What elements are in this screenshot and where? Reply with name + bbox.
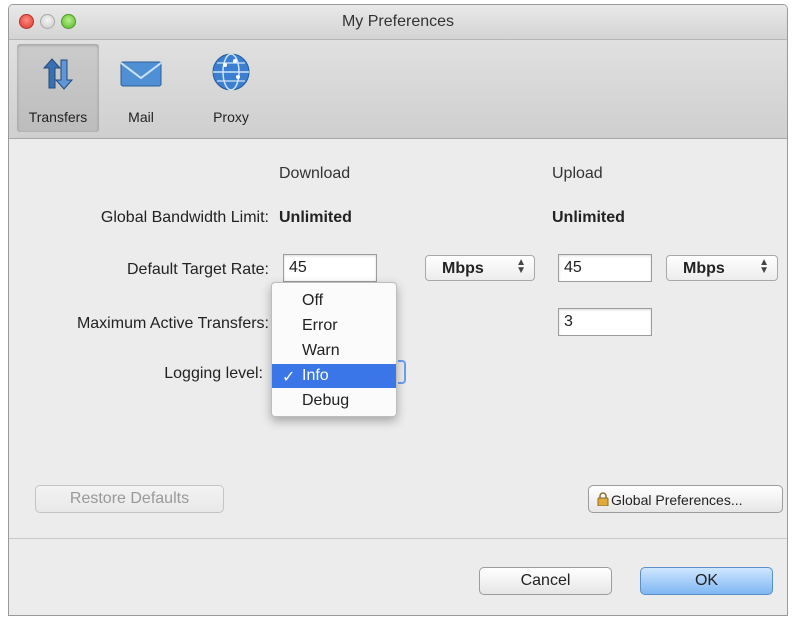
logging-level-select[interactable] (398, 360, 406, 384)
upload-unit-select[interactable]: Mbps ▲ ▼ (666, 255, 778, 281)
logging-level-label: Logging level: (164, 365, 263, 382)
popup-arrows-icon: ▲ ▼ (516, 257, 526, 276)
download-column-header: Download (279, 165, 351, 182)
max-active-transfers-label: Maximum Active Transfers: (76, 315, 269, 332)
logging-option-off[interactable]: Off (272, 289, 396, 313)
tab-mail[interactable]: Mail (111, 44, 171, 132)
global-bandwidth-download-value: Unlimited (279, 209, 352, 226)
tab-transfers[interactable]: Transfers (17, 44, 99, 132)
download-unit-value: Mbps (442, 260, 484, 277)
lock-icon (597, 492, 609, 506)
title-bar: My Preferences (9, 5, 787, 40)
window-title: My Preferences (341, 13, 455, 30)
checkmark-icon: ✓ (282, 369, 296, 386)
global-preferences-label: Global Preferences... (611, 492, 743, 508)
default-target-rate-label: Default Target Rate: (126, 261, 269, 278)
separator (9, 538, 787, 539)
global-bandwidth-label: Global Bandwidth Limit: (100, 209, 269, 226)
popup-arrows-icon: ▲ ▼ (759, 257, 769, 276)
download-target-rate-field[interactable]: 45 (283, 254, 377, 282)
tab-mail-label: Mail (128, 109, 154, 125)
restore-defaults-button[interactable]: Restore Defaults (35, 485, 224, 513)
global-preferences-button[interactable]: Global Preferences... (588, 485, 783, 513)
logging-option-error[interactable]: Error (272, 314, 396, 338)
mail-icon (120, 61, 162, 87)
logging-option-info-label: Info (302, 367, 329, 384)
upload-column-header: Upload (552, 165, 603, 182)
download-unit-select[interactable]: Mbps ▲ ▼ (425, 255, 535, 281)
preferences-window: My Preferences Transfers Mail Proxy Down… (8, 4, 788, 616)
logging-level-menu: Off Error Warn ✓ Info Debug (271, 282, 397, 417)
upload-max-active-transfers-field[interactable]: 3 (558, 308, 652, 336)
global-bandwidth-upload-value: Unlimited (552, 209, 625, 226)
upload-target-rate-field[interactable]: 45 (558, 254, 652, 282)
tab-transfers-label: Transfers (28, 109, 88, 125)
logging-option-warn[interactable]: Warn (272, 339, 396, 363)
cancel-button[interactable]: Cancel (479, 567, 612, 595)
transfers-icon (42, 58, 74, 90)
upload-unit-value: Mbps (683, 260, 725, 277)
tab-proxy[interactable]: Proxy (201, 44, 261, 132)
logging-option-debug[interactable]: Debug (272, 389, 396, 413)
tab-proxy-label: Proxy (213, 109, 249, 125)
ok-button[interactable]: OK (640, 567, 773, 595)
preferences-toolbar: Transfers Mail Proxy (9, 40, 787, 139)
logging-option-info[interactable]: ✓ Info (272, 364, 396, 388)
proxy-globe-icon (212, 53, 250, 91)
